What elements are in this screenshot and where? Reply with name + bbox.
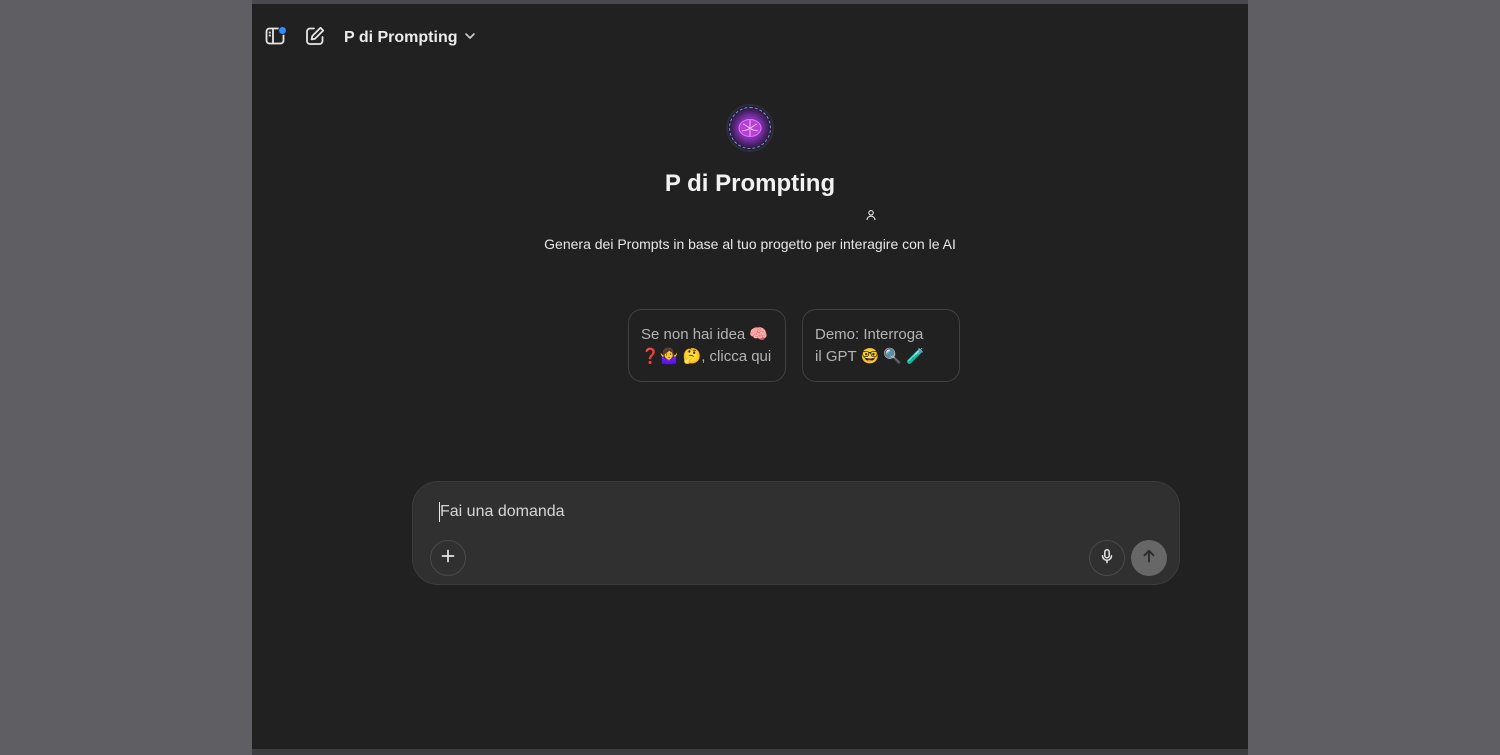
person-icon[interactable] xyxy=(865,208,877,226)
gpt-hero: P di Prompting Genera dei Prompts in bas… xyxy=(252,104,1248,252)
gpt-description: Genera dei Prompts in base al tuo proget… xyxy=(544,236,956,252)
model-selector[interactable]: P di Prompting xyxy=(344,26,477,50)
attach-button[interactable] xyxy=(430,540,466,576)
chat-window: P di Prompting P di Prompting Genera dei… xyxy=(252,4,1248,749)
new-chat-icon xyxy=(304,25,326,52)
message-input[interactable]: Fai una domanda xyxy=(439,502,565,522)
dictate-button[interactable] xyxy=(1089,540,1125,576)
header: P di Prompting xyxy=(252,4,1248,72)
starter-card-demo[interactable]: Demo: Interroga il GPT 🤓 🔍 🧪 xyxy=(802,309,960,382)
author-row xyxy=(252,208,1248,224)
starter-line: Se non hai idea 🧠 xyxy=(641,326,769,343)
gpt-avatar-icon xyxy=(726,104,774,152)
microphone-icon xyxy=(1099,548,1115,569)
notification-dot xyxy=(278,26,287,35)
starter-line: il GPT 🤓 🔍 🧪 xyxy=(815,348,925,365)
conversation-starters: Se non hai idea 🧠 ❓🤷‍♀️ 🤔, clicca qui De… xyxy=(628,309,960,382)
outer-bottom-strip xyxy=(252,749,1248,755)
sidebar-toggle-button[interactable] xyxy=(259,22,291,54)
new-chat-button[interactable] xyxy=(299,22,331,54)
model-name: P di Prompting xyxy=(344,29,458,46)
starter-line: Demo: Interroga xyxy=(815,326,924,343)
gpt-title: P di Prompting xyxy=(664,170,836,197)
composer: Fai una domanda xyxy=(412,481,1180,585)
starter-card-no-idea[interactable]: Se non hai idea 🧠 ❓🤷‍♀️ 🤔, clicca qui xyxy=(628,309,786,382)
chevron-down-icon xyxy=(463,29,477,48)
starter-line: ❓🤷‍♀️ 🤔, clicca qui xyxy=(641,348,772,365)
arrow-up-icon xyxy=(1141,548,1157,569)
message-input-placeholder: Fai una domanda xyxy=(440,503,565,520)
plus-icon xyxy=(440,548,456,569)
send-button[interactable] xyxy=(1131,540,1167,576)
